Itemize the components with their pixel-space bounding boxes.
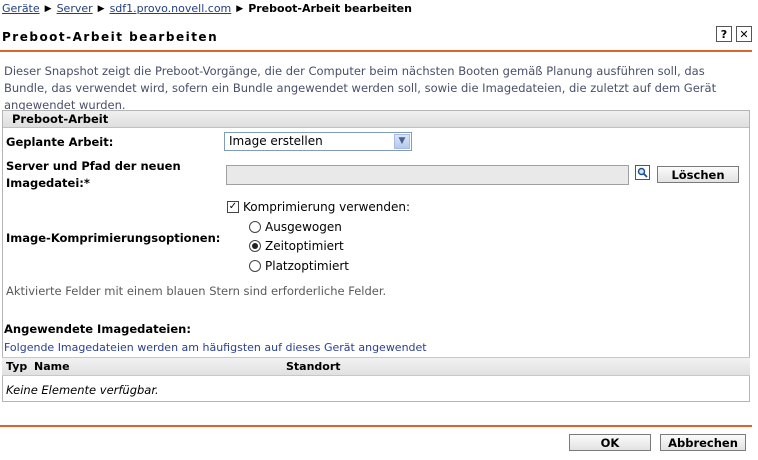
server-path-label-required: Imagedatei:* [6, 176, 90, 190]
applied-images-title: Angewendete Imagedateien: [4, 322, 191, 336]
server-path-label: Server und Pfad der neuen [6, 159, 181, 173]
radio-platzoptimiert-label: Platzoptimiert [265, 259, 349, 273]
scheduled-work-value: Image erstellen [229, 134, 323, 148]
search-icon[interactable] [635, 165, 650, 180]
cancel-button[interactable]: Abbrechen [660, 434, 746, 451]
chevron-down-icon[interactable]: ▼ [394, 134, 410, 149]
breadcrumb: Geräte ▶ Server ▶ sdf1.provo.novell.com … [2, 2, 412, 15]
help-icon[interactable]: ? [716, 26, 732, 42]
breadcrumb-link-server[interactable]: Server [57, 2, 93, 15]
use-compression-label: Komprimierung verwenden: [243, 200, 411, 214]
breadcrumb-link-device[interactable]: sdf1.provo.novell.com [110, 2, 232, 15]
chevron-right-icon: ▶ [236, 3, 244, 14]
radio-zeitoptimiert[interactable] [249, 240, 261, 252]
ok-button[interactable]: OK [569, 434, 651, 451]
divider [0, 50, 752, 52]
radio-ausgewogen[interactable] [249, 221, 261, 233]
table-header: Typ Name Standort [2, 357, 750, 376]
compression-options-label: Image-Komprimierungsoptionen: [6, 231, 221, 245]
breadcrumb-current: Preboot-Arbeit bearbeiten [248, 2, 412, 15]
radio-zeitoptimiert-label: Zeitoptimiert [265, 239, 344, 253]
column-header-standort[interactable]: Standort [286, 358, 341, 375]
close-icon[interactable]: ✕ [736, 26, 752, 42]
server-path-input[interactable] [226, 165, 629, 185]
footer-divider [0, 425, 752, 427]
column-header-typ[interactable]: Typ [6, 358, 27, 375]
radio-selected-dot [252, 243, 258, 249]
required-fields-note: Aktivierte Felder mit einem blauen Stern… [6, 284, 387, 298]
table-empty-message: Keine Elemente verfügbar. [6, 383, 159, 397]
scheduled-work-select[interactable]: Image erstellen ▼ [224, 132, 412, 151]
chevron-right-icon: ▶ [44, 3, 52, 14]
panel-title: Preboot-Arbeit [3, 111, 749, 128]
radio-platzoptimiert[interactable] [249, 260, 261, 272]
use-compression-checkbox[interactable]: ✓ [227, 201, 239, 213]
page-title: Preboot-Arbeit bearbeiten [2, 30, 219, 44]
radio-ausgewogen-label: Ausgewogen [265, 220, 342, 234]
page-description: Dieser Snapshot zeigt die Preboot-Vorgän… [4, 64, 717, 112]
clear-button[interactable]: Löschen [657, 166, 739, 183]
chevron-right-icon: ▶ [97, 3, 105, 14]
applied-images-subtitle: Folgende Imagedateien werden am häufigst… [4, 341, 427, 354]
breadcrumb-link-geraete[interactable]: Geräte [2, 2, 40, 15]
column-header-name[interactable]: Name [34, 358, 70, 375]
scheduled-work-label: Geplante Arbeit: [6, 135, 114, 149]
